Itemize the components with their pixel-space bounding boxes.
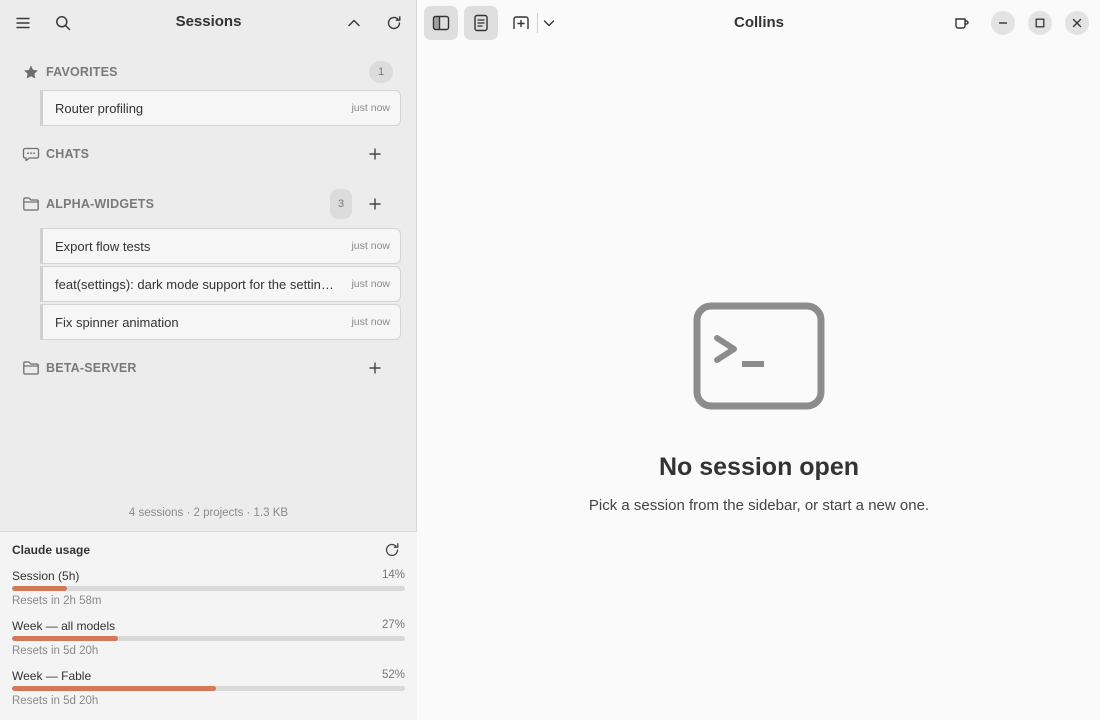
- section-favorites[interactable]: FAVORITES 1: [0, 57, 417, 87]
- session-title: Fix spinner animation: [55, 315, 179, 330]
- meter-label: Week — Fable: [12, 669, 92, 683]
- plus-icon: [369, 198, 381, 210]
- usage-meter: Week — Fable 52% Resets in 5d 20h: [12, 669, 405, 713]
- meter-label: Session (5h): [12, 569, 80, 583]
- empty-state-subtitle: Pick a session from the sidebar, or star…: [588, 497, 930, 514]
- section-label: CHATS: [46, 147, 90, 161]
- sidebar: Sessions FAVORITES 1 Router profiling ju…: [0, 0, 417, 720]
- add-session-button[interactable]: [364, 193, 386, 215]
- meter-percent: 27%: [381, 619, 405, 631]
- mug-icon: [955, 18, 969, 29]
- empty-state-title: No session open: [658, 453, 860, 481]
- meter-fill: [12, 586, 68, 591]
- session-time: just now: [351, 102, 390, 114]
- folder-icon: [23, 361, 39, 375]
- sidebar-stats: 4 sessions · 2 projects · 1.3 KB: [128, 507, 289, 519]
- minimize-icon: [999, 22, 1007, 24]
- session-title: feat(settings): dark mode support for th…: [55, 277, 341, 292]
- session-item[interactable]: feat(settings): dark mode support for th…: [40, 266, 401, 302]
- sidebar-header: Sessions: [0, 0, 417, 46]
- session-title: Router profiling: [55, 101, 144, 116]
- section-label: BETA-SERVER: [46, 361, 137, 375]
- refresh-icon[interactable]: [383, 541, 401, 559]
- meter-reset: Resets in 5d 20h: [12, 645, 99, 657]
- chat-bubble-icon: [22, 147, 40, 162]
- maximize-button[interactable]: [1028, 11, 1052, 35]
- count-badge: 1: [369, 61, 393, 83]
- folder-icon: [23, 197, 39, 211]
- add-session-button[interactable]: [364, 357, 386, 379]
- usage-panel: Claude usage Session (5h) 14% Resets in …: [0, 531, 417, 720]
- section-label: ALPHA-WIDGETS: [46, 197, 155, 211]
- session-title: Export flow tests: [55, 239, 151, 254]
- main-pane: Collins No session open Pick a session f…: [418, 0, 1100, 720]
- plus-icon: [369, 148, 381, 160]
- refresh-button[interactable]: [378, 7, 410, 39]
- section-alpha-widgets[interactable]: ALPHA-WIDGETS 3: [0, 189, 417, 219]
- minimize-button[interactable]: [991, 11, 1015, 35]
- session-time: just now: [351, 316, 390, 328]
- meter-fill: [12, 636, 119, 641]
- session-item[interactable]: Export flow tests just now: [40, 228, 401, 264]
- meter-label: Week — all models: [12, 619, 116, 633]
- session-item[interactable]: Router profiling just now: [40, 90, 401, 126]
- session-item[interactable]: Fix spinner animation just now: [40, 304, 401, 340]
- section-label: FAVORITES: [46, 65, 118, 79]
- count-badge: 3: [330, 189, 352, 219]
- meter-reset: Resets in 2h 58m: [12, 595, 102, 607]
- meter-track: [12, 636, 405, 641]
- plus-icon: [369, 362, 381, 374]
- meter-percent: 52%: [381, 669, 405, 681]
- usage-title: Claude usage: [12, 543, 91, 557]
- meter-percent: 14%: [381, 569, 405, 581]
- refresh-icon: [387, 16, 401, 30]
- chevron-up-icon: [348, 19, 360, 27]
- meter-track: [12, 686, 405, 691]
- meter-reset: Resets in 5d 20h: [12, 695, 99, 707]
- mug-button[interactable]: [945, 6, 979, 40]
- usage-meter: Session (5h) 14% Resets in 2h 58m: [12, 569, 405, 613]
- close-icon: [1072, 18, 1082, 28]
- session-time: just now: [351, 278, 390, 290]
- meter-track: [12, 586, 405, 591]
- maximize-icon: [1035, 18, 1045, 28]
- usage-meter: Week — all models 27% Resets in 5d 20h: [12, 619, 405, 663]
- collapse-button[interactable]: [338, 7, 370, 39]
- terminal-icon: [693, 302, 825, 410]
- section-beta-server[interactable]: BETA-SERVER: [0, 353, 417, 383]
- star-icon: [24, 65, 38, 79]
- section-chats[interactable]: CHATS: [0, 139, 417, 169]
- session-time: just now: [351, 240, 390, 252]
- close-button[interactable]: [1065, 11, 1089, 35]
- add-chat-button[interactable]: [364, 143, 386, 165]
- meter-fill: [12, 686, 217, 691]
